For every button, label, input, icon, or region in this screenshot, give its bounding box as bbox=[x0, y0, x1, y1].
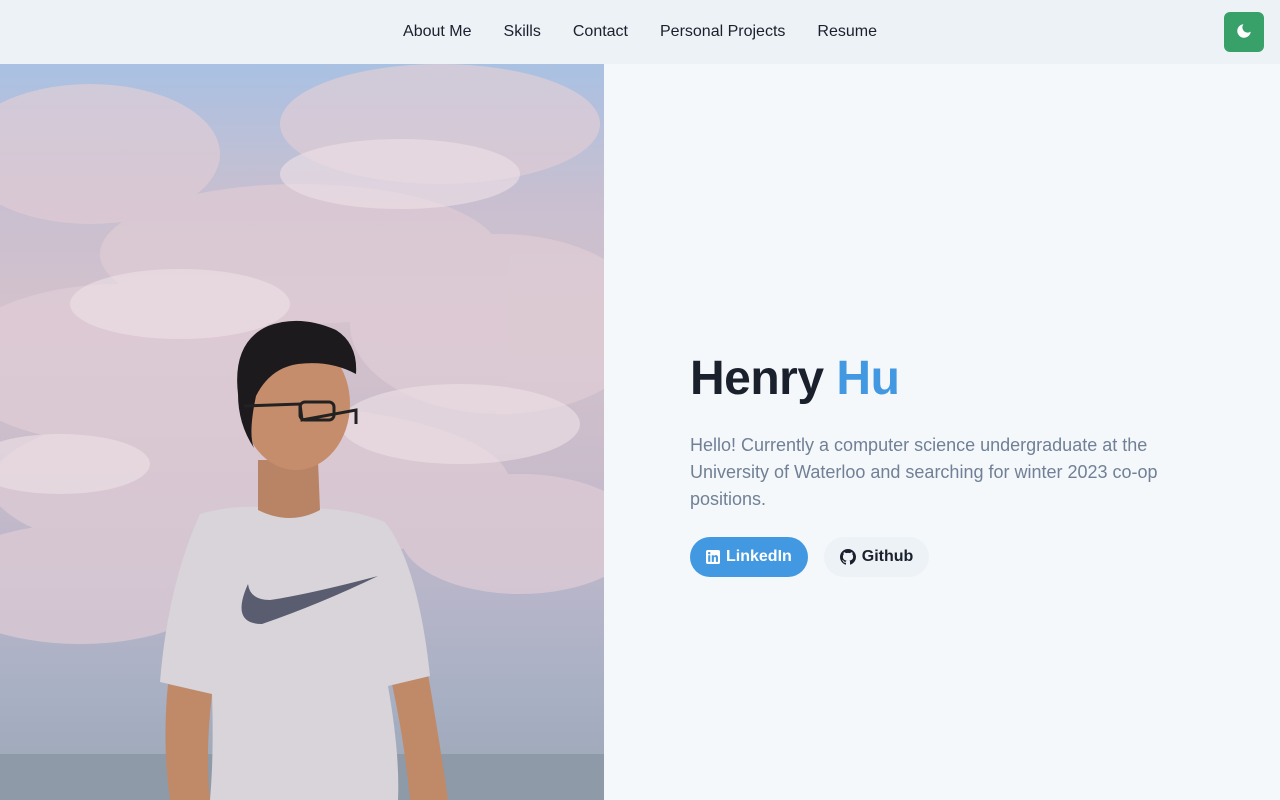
navbar: About Me Skills Contact Personal Project… bbox=[0, 0, 1280, 64]
hero-last-name: Hu bbox=[836, 352, 900, 405]
nav-item-about-me[interactable]: About Me bbox=[403, 0, 471, 64]
github-icon bbox=[839, 549, 856, 565]
linkedin-button[interactable]: LinkedIn bbox=[690, 537, 808, 577]
hero-name: Henry Hu bbox=[690, 350, 1210, 408]
linkedin-label: LinkedIn bbox=[726, 548, 792, 565]
hero-section: Henry Hu Hello! Currently a computer sci… bbox=[690, 350, 1210, 577]
profile-photo bbox=[0, 64, 604, 800]
nav-item-personal-projects[interactable]: Personal Projects bbox=[660, 0, 785, 64]
nav-item-skills[interactable]: Skills bbox=[504, 0, 541, 64]
moon-icon bbox=[1235, 22, 1253, 43]
hero-bio: Hello! Currently a computer science unde… bbox=[690, 435, 1158, 509]
github-label: Github bbox=[861, 548, 914, 565]
theme-toggle-button[interactable] bbox=[1224, 12, 1264, 52]
nav-links: About Me Skills Contact Personal Project… bbox=[403, 0, 877, 64]
nav-item-contact[interactable]: Contact bbox=[573, 0, 628, 64]
github-button[interactable]: Github bbox=[823, 537, 930, 577]
nav-item-resume[interactable]: Resume bbox=[817, 0, 877, 64]
hero-buttons: LinkedIn Github bbox=[690, 537, 1210, 577]
hero-first-name: Henry bbox=[690, 352, 824, 405]
linkedin-icon bbox=[706, 550, 720, 564]
